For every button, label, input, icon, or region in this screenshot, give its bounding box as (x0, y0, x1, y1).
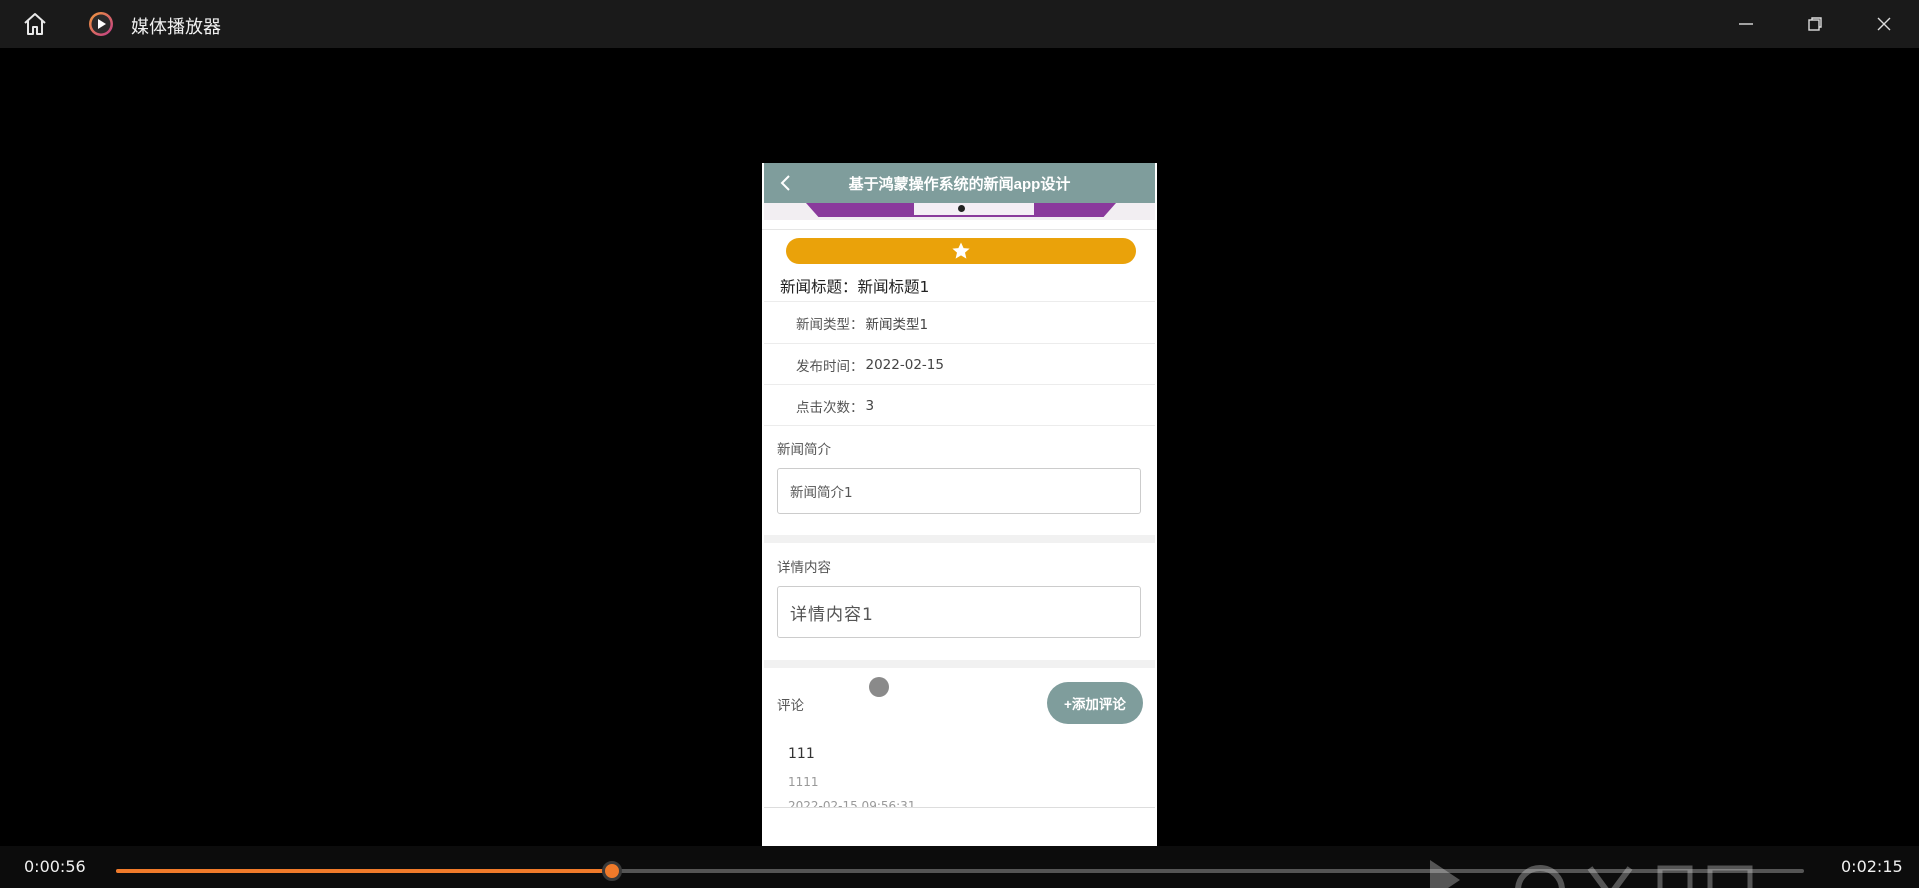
maximize-icon (1808, 17, 1822, 31)
close-icon (1877, 17, 1891, 31)
detail-textbox[interactable]: 详情内容1 (777, 586, 1141, 638)
banner-indicator-dot[interactable] (958, 205, 965, 212)
seek-bar-thumb[interactable] (602, 861, 623, 881)
touch-cursor-indicator (869, 677, 889, 697)
add-comment-button[interactable]: +添加评论 (1047, 682, 1143, 724)
detail-label: 详情内容 (777, 560, 831, 576)
minimize-icon (1739, 23, 1753, 25)
comment-time: 2022-02-15 09:56:31 (788, 799, 916, 807)
news-title: 新闻标题：新闻标题1 (780, 275, 929, 297)
divider (764, 425, 1155, 427)
media-player-logo-icon (88, 11, 114, 37)
info-value: 新闻类型1 (865, 316, 929, 333)
close-button[interactable] (1870, 10, 1898, 38)
detail-value: 详情内容1 (790, 604, 874, 625)
intro-label: 新闻简介 (777, 442, 831, 458)
news-title-label: 新闻标题： (780, 278, 858, 296)
info-value: 2022-02-15 (865, 356, 944, 373)
intro-value: 新闻简介1 (790, 485, 853, 501)
home-icon[interactable] (22, 12, 48, 36)
total-time: 0:02:15 (1841, 857, 1903, 876)
current-time: 0:00:56 (24, 857, 86, 876)
back-arrow-icon[interactable] (774, 171, 798, 195)
comment-user: 111 (788, 746, 815, 762)
star-icon (952, 242, 970, 259)
title-bar: 媒体播放器 (0, 0, 1919, 48)
news-image-banner (764, 203, 1155, 220)
comment-text: 1111 (788, 775, 819, 789)
section-separator (764, 660, 1155, 668)
app-header: 基于鸿蒙操作系统的新闻app设计 (764, 163, 1155, 203)
watermark-logo (1420, 850, 1780, 888)
info-row-publish-time: 发布时间： 2022-02-15 (764, 343, 1155, 385)
info-label: 发布时间： (796, 358, 864, 375)
maximize-button[interactable] (1801, 10, 1829, 38)
divider (764, 807, 1155, 808)
banner-image-highlight (914, 203, 1034, 215)
info-row-click-count: 点击次数： 3 (764, 384, 1155, 426)
app-header-title: 基于鸿蒙操作系统的新闻app设计 (848, 175, 1071, 193)
favorite-button[interactable] (786, 238, 1136, 264)
minimize-button[interactable] (1732, 10, 1760, 38)
news-title-value: 新闻标题1 (857, 278, 930, 296)
section-separator (764, 535, 1155, 543)
seek-bar-progress (116, 869, 613, 873)
comments-label: 评论 (777, 698, 804, 714)
divider (762, 229, 1157, 230)
info-label: 点击次数： (796, 399, 864, 416)
window-title: 媒体播放器 (131, 17, 221, 38)
info-row-type: 新闻类型： 新闻类型1 (764, 301, 1155, 343)
info-label: 新闻类型： (796, 316, 864, 333)
info-value: 3 (865, 397, 875, 414)
intro-textbox[interactable]: 新闻简介1 (777, 468, 1141, 514)
app-screen: 基于鸿蒙操作系统的新闻app设计 新闻标题：新闻标题1 新闻类型： 新闻类型1 发… (762, 163, 1157, 857)
